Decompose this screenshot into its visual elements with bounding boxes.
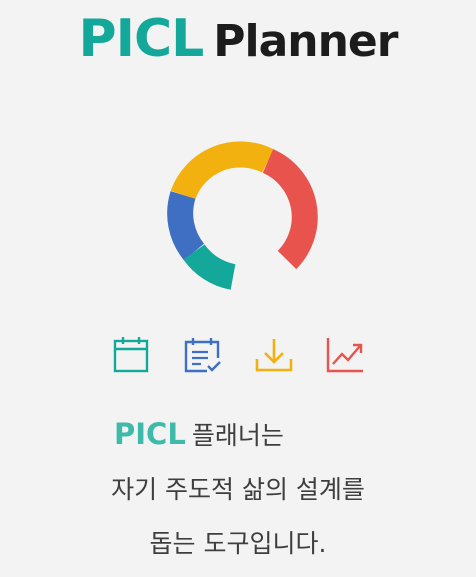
ring-segment-red xyxy=(262,149,318,270)
feature-icons xyxy=(110,334,366,376)
description-line-3: 돕는 도구입니다. xyxy=(149,529,327,558)
description-brand: PICL xyxy=(114,417,186,451)
description-line-1: PICL 플래너는 xyxy=(114,412,284,456)
checklist-icon xyxy=(185,338,222,373)
chart-trend-icon xyxy=(326,338,363,373)
ring-segment-blue xyxy=(167,191,205,261)
ring-segment-yellow xyxy=(170,141,274,200)
download-icon xyxy=(255,339,292,372)
app-title: PICL Planner xyxy=(0,8,476,70)
description-text-1: 플래너는 xyxy=(191,421,284,450)
logo-ring xyxy=(167,141,318,290)
title-product: Planner xyxy=(213,16,398,67)
calendar-icon xyxy=(113,337,149,373)
ring-segment-teal xyxy=(183,244,236,290)
description-line-2: 자기 주도적 삶의 설계를 xyxy=(111,475,365,504)
title-brand: PICL xyxy=(78,9,205,69)
